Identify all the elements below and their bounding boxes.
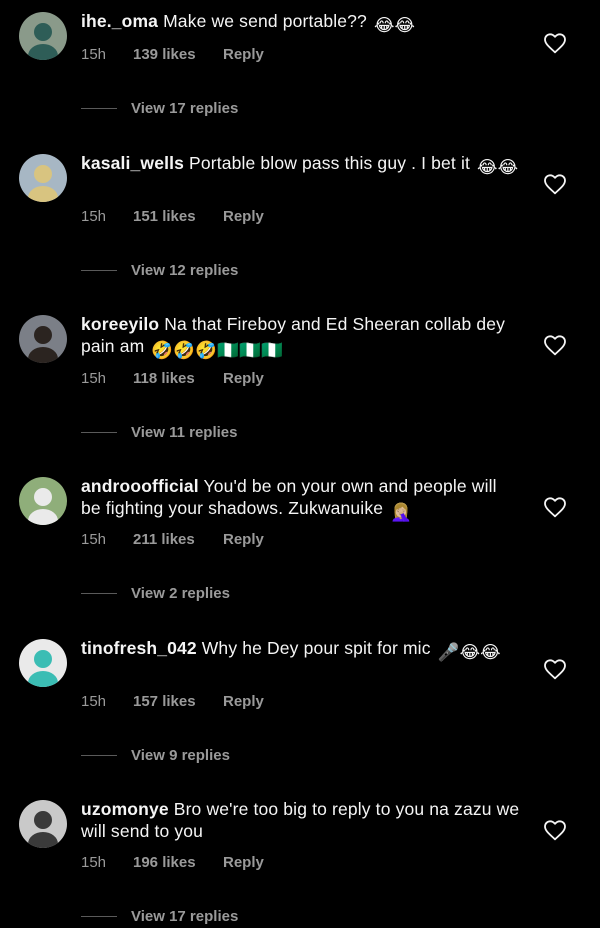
comment-username[interactable]: uzomonye <box>81 799 169 819</box>
view-replies-label: View 9 replies <box>131 747 230 764</box>
heart-icon[interactable] <box>543 32 567 54</box>
replies-divider <box>81 270 117 271</box>
comment-item: koreeyilo Na that Fireboy and Ed Sheeran… <box>0 313 600 475</box>
view-replies-button[interactable]: View 11 replies <box>81 424 237 441</box>
avatar[interactable] <box>19 800 67 848</box>
likes-count[interactable]: 196 likes <box>133 854 223 871</box>
view-replies-button[interactable]: View 17 replies <box>81 908 238 925</box>
comment-time: 15h <box>81 854 107 871</box>
comment-username[interactable]: tinofresh_042 <box>81 638 197 658</box>
comment-item: ihe._oma Make we send portable?? 😂😂 15h … <box>0 10 600 172</box>
comment-emoji: 🎤😂😂 <box>437 642 501 662</box>
reply-button[interactable]: Reply <box>223 531 264 548</box>
heart-icon[interactable] <box>543 819 567 841</box>
reply-button[interactable]: Reply <box>223 370 264 387</box>
likes-count[interactable]: 139 likes <box>133 46 223 63</box>
reply-button[interactable]: Reply <box>223 208 264 225</box>
avatar[interactable] <box>19 154 67 202</box>
view-replies-button[interactable]: View 2 replies <box>81 585 230 602</box>
view-replies-label: View 11 replies <box>131 424 238 441</box>
comment-emoji: 🤣🤣🤣🇳🇬🇳🇬🇳🇬 <box>151 340 283 360</box>
reply-button[interactable]: Reply <box>223 693 264 710</box>
comment-emoji: 🤦🏼‍♀️ <box>390 502 413 522</box>
comment-body: Portable blow pass this guy . I bet it <box>189 153 470 173</box>
comment-text: kasali_wells Portable blow pass this guy… <box>81 152 521 178</box>
comment-text: androoofficial You'd be on your own and … <box>81 475 521 523</box>
comment-body: Why he Dey pour spit for mic <box>201 638 431 658</box>
comment-username[interactable]: ihe._oma <box>81 11 158 31</box>
comment-meta: 15h 157 likes Reply <box>81 693 264 710</box>
comment-time: 15h <box>81 693 107 710</box>
comment-item: androoofficial You'd be on your own and … <box>0 475 600 637</box>
comment-text: ihe._oma Make we send portable?? 😂😂 <box>81 10 521 36</box>
comment-time: 15h <box>81 208 107 225</box>
likes-count[interactable]: 118 likes <box>133 370 223 387</box>
likes-count[interactable]: 151 likes <box>133 208 223 225</box>
comment-meta: 15h 211 likes Reply <box>81 531 264 548</box>
comment-text: tinofresh_042 Why he Dey pour spit for m… <box>81 637 521 663</box>
likes-count[interactable]: 211 likes <box>133 531 223 548</box>
replies-divider <box>81 432 117 433</box>
comment-meta: 15h 196 likes Reply <box>81 854 264 871</box>
comment-time: 15h <box>81 46 107 63</box>
replies-divider <box>81 755 117 756</box>
comment-text: uzomonye Bro we're too big to reply to y… <box>81 798 521 842</box>
comment-item: kasali_wells Portable blow pass this guy… <box>0 152 600 314</box>
comment-meta: 15h 118 likes Reply <box>81 370 264 387</box>
replies-divider <box>81 593 117 594</box>
view-replies-button[interactable]: View 17 replies <box>81 100 238 117</box>
avatar[interactable] <box>19 639 67 687</box>
avatar[interactable] <box>19 477 67 525</box>
view-replies-label: View 17 replies <box>131 100 239 117</box>
comment-username[interactable]: androoofficial <box>81 476 199 496</box>
likes-count[interactable]: 157 likes <box>133 693 223 710</box>
comment-username[interactable]: koreeyilo <box>81 314 159 334</box>
comment-meta: 15h 151 likes Reply <box>81 208 264 225</box>
view-replies-label: View 2 replies <box>131 585 230 602</box>
comment-text: koreeyilo Na that Fireboy and Ed Sheeran… <box>81 313 521 361</box>
heart-icon[interactable] <box>543 334 567 356</box>
view-replies-button[interactable]: View 9 replies <box>81 747 230 764</box>
replies-divider <box>81 108 117 109</box>
comment-username[interactable]: kasali_wells <box>81 153 184 173</box>
comment-time: 15h <box>81 370 107 387</box>
avatar[interactable] <box>19 12 67 60</box>
comment-emoji: 😂😂 <box>373 15 416 35</box>
comment-item: tinofresh_042 Why he Dey pour spit for m… <box>0 637 600 799</box>
avatar[interactable] <box>19 315 67 363</box>
reply-button[interactable]: Reply <box>223 854 264 871</box>
comment-body: Make we send portable?? <box>163 11 367 31</box>
heart-icon[interactable] <box>543 496 567 518</box>
view-replies-label: View 17 replies <box>131 908 239 925</box>
comment-emoji: 😂😂 <box>477 157 519 177</box>
comment-meta: 15h 139 likes Reply <box>81 46 264 63</box>
comment-time: 15h <box>81 531 107 548</box>
view-replies-label: View 12 replies <box>131 262 239 279</box>
reply-button[interactable]: Reply <box>223 46 264 63</box>
comment-item: uzomonye Bro we're too big to reply to y… <box>0 798 600 928</box>
replies-divider <box>81 916 117 917</box>
heart-icon[interactable] <box>543 173 567 195</box>
view-replies-button[interactable]: View 12 replies <box>81 262 238 279</box>
heart-icon[interactable] <box>543 658 567 680</box>
